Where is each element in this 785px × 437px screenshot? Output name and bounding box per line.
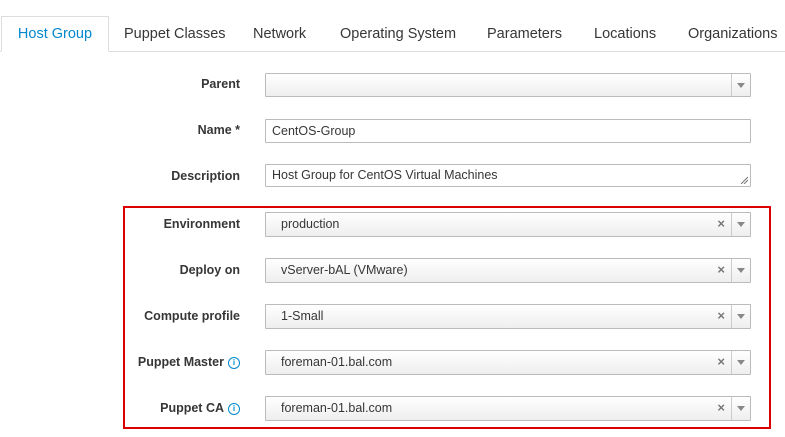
name-value: CentOS-Group [272, 124, 356, 138]
tab-operating-system[interactable]: Operating System [340, 16, 456, 52]
environment-value: production [281, 217, 340, 231]
deploy-on-dropdown-toggle[interactable] [731, 259, 750, 282]
parent-dropdown-toggle[interactable] [731, 74, 750, 96]
compute-profile-label: Compute profile [144, 309, 240, 323]
chevron-down-icon [737, 222, 745, 227]
chevron-down-icon [737, 314, 745, 319]
tab-locations[interactable]: Locations [594, 16, 656, 52]
tab-puppet-classes[interactable]: Puppet Classes [124, 16, 226, 52]
puppet-ca-value: foreman-01.bal.com [281, 401, 393, 415]
chevron-down-icon [737, 268, 745, 273]
puppet-master-value: foreman-01.bal.com [281, 355, 393, 369]
puppet-ca-label-text: Puppet CA [160, 401, 224, 415]
tab-network[interactable]: Network [253, 16, 306, 52]
puppet-master-label-text: Puppet Master [137, 355, 224, 369]
clear-icon[interactable]: × [717, 216, 725, 232]
parent-label: Parent [201, 77, 240, 91]
chevron-down-icon [737, 406, 745, 411]
parent-select[interactable] [265, 73, 751, 97]
tab-parameters[interactable]: Parameters [487, 16, 562, 52]
chevron-down-icon [737, 360, 745, 365]
compute-profile-value: 1-Small [281, 309, 324, 323]
clear-icon[interactable]: × [717, 354, 725, 370]
info-icon[interactable]: i [228, 357, 240, 369]
deploy-on-value: vServer-bAL (VMware) [281, 263, 408, 277]
deploy-on-label: Deploy on [179, 263, 240, 277]
name-input[interactable]: CentOS-Group [265, 119, 751, 143]
puppet-ca-select[interactable]: foreman-01.bal.com × [265, 396, 751, 421]
compute-profile-dropdown-toggle[interactable] [731, 305, 750, 328]
puppet-master-label: Puppet Master i [138, 355, 240, 369]
puppet-master-dropdown-toggle[interactable] [731, 351, 750, 374]
clear-icon[interactable]: × [717, 262, 725, 278]
tab-bar: Host Group Puppet Classes Network Operat… [0, 0, 785, 52]
compute-profile-select[interactable]: 1-Small × [265, 304, 751, 329]
environment-dropdown-toggle[interactable] [731, 213, 750, 236]
puppet-ca-dropdown-toggle[interactable] [731, 397, 750, 420]
environment-label: Environment [163, 217, 240, 231]
deploy-on-select[interactable]: vServer-bAL (VMware) × [265, 258, 751, 283]
resize-handle-icon[interactable] [740, 176, 748, 184]
name-label: Name * [197, 123, 240, 137]
clear-icon[interactable]: × [717, 400, 725, 416]
puppet-master-select[interactable]: foreman-01.bal.com × [265, 350, 751, 375]
clear-icon[interactable]: × [717, 308, 725, 324]
environment-select[interactable]: production × [265, 212, 751, 237]
info-icon[interactable]: i [228, 403, 240, 415]
description-label: Description [171, 169, 240, 183]
description-textarea[interactable]: Host Group for CentOS Virtual Machines [265, 164, 751, 187]
tab-host-group[interactable]: Host Group [1, 16, 109, 52]
chevron-down-icon [737, 83, 745, 88]
tab-organizations[interactable]: Organizations [688, 16, 777, 52]
puppet-ca-label: Puppet CA i [160, 401, 240, 415]
description-value: Host Group for CentOS Virtual Machines [272, 168, 498, 182]
